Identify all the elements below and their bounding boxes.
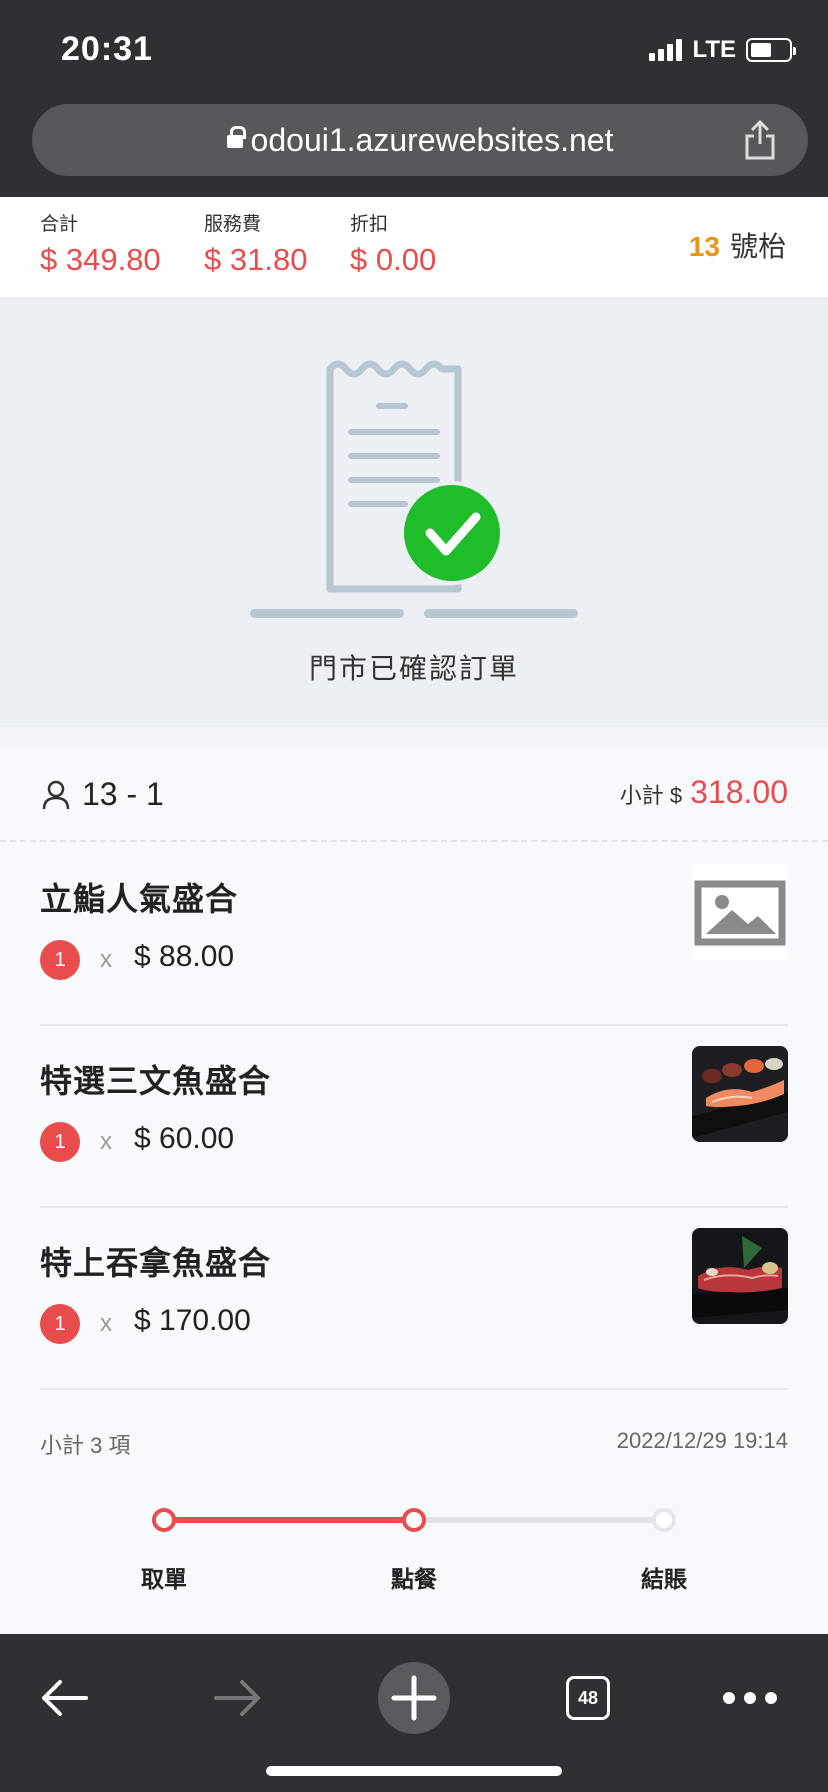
battery-icon: [746, 38, 796, 62]
quantity-badge: 1: [40, 940, 80, 980]
forward-arrow-icon: [214, 1680, 260, 1716]
quantity-badge: 1: [40, 1304, 80, 1344]
person-icon: [42, 780, 70, 810]
quantity-badge: 1: [40, 1122, 80, 1162]
service-fee-value: $ 31.80: [204, 242, 308, 277]
more-button[interactable]: [714, 1662, 786, 1734]
step-label: 取單: [141, 1566, 187, 1592]
item-price: $ 170.00: [134, 1304, 251, 1337]
subtotal-label: 小計 $: [619, 783, 683, 808]
address-bar[interactable]: odoui1.azurewebsites.net: [32, 104, 808, 176]
step-label: 結賬: [641, 1566, 687, 1592]
more-dots-icon: [723, 1692, 777, 1704]
plus-icon: [378, 1662, 450, 1734]
tabs-count: 48: [566, 1676, 610, 1720]
placeholder-image-icon: [692, 864, 788, 960]
times-sign: x: [100, 946, 112, 973]
times-sign: x: [100, 1310, 112, 1337]
order-status-panel: 門市已確認訂單: [0, 297, 828, 727]
order-item[interactable]: 特上吞拿魚盛合 1 x $ 170.00: [40, 1208, 788, 1390]
item-count: 小計 3 項: [40, 1433, 131, 1458]
total-label: 合計: [40, 214, 79, 235]
service-fee-block: 服務費 $ 31.80: [204, 209, 307, 278]
new-tab-button[interactable]: [378, 1662, 450, 1734]
guest-row: 13 - 1 小計 $ 318.00: [0, 748, 828, 842]
forward-button[interactable]: [202, 1662, 274, 1734]
discount-label: 折扣: [350, 214, 389, 235]
status-time: 20:31: [61, 30, 153, 68]
total-value: $ 349.80: [40, 242, 161, 277]
share-icon[interactable]: [742, 120, 778, 160]
service-fee-label: 服務費: [204, 214, 262, 235]
tabs-button[interactable]: 48: [552, 1662, 624, 1734]
order-timestamp: 2022/12/29 19:14: [616, 1428, 788, 1453]
step-dot: [152, 1508, 176, 1532]
salmon-sushi-photo: [692, 1046, 788, 1142]
tuna-sushi-photo: [692, 1228, 788, 1324]
browser-top-chrome: 20:31 LTE odoui1.azurewebsites.net: [0, 0, 828, 197]
signal-icon: [649, 39, 683, 61]
browser-toolbar: 48: [0, 1634, 828, 1792]
progress-track-pending: [414, 1517, 664, 1523]
status-indicators: LTE: [649, 36, 796, 64]
table-number-suffix: 號枱: [729, 231, 786, 262]
step-dot: [402, 1508, 426, 1532]
back-arrow-icon: [42, 1680, 88, 1716]
confirmed-receipt-illustration: [250, 360, 578, 618]
item-price: $ 88.00: [134, 940, 235, 973]
item-name: 特選三文魚盛合: [40, 1063, 272, 1099]
step-label: 點餐: [391, 1566, 437, 1592]
order-summary-row: 小計 3 項 2022/12/29 19:14: [40, 1428, 788, 1468]
subtotal-value: 318.00: [690, 774, 788, 810]
lock-icon: [226, 126, 246, 152]
item-price: $ 60.00: [134, 1122, 235, 1155]
order-status-text: 門市已確認訂單: [308, 653, 519, 684]
discount-value: $ 0.00: [350, 242, 437, 277]
url-text: odoui1.azurewebsites.net: [250, 121, 614, 158]
order-item[interactable]: 特選三文魚盛合 1 x $ 60.00: [40, 1026, 788, 1208]
back-button[interactable]: [28, 1662, 100, 1734]
order-item[interactable]: 立鮨人氣盛合 1 x $ 88.00: [40, 844, 788, 1026]
progress-track-done: [164, 1517, 414, 1523]
times-sign: x: [100, 1128, 112, 1155]
table-number: 13 號枱: [689, 225, 786, 265]
home-indicator[interactable]: [266, 1766, 562, 1776]
total-block: 合計 $ 349.80: [40, 209, 161, 278]
order-card: 13 - 1 小計 $ 318.00 立鮨人氣盛合 1 x $ 88.00 特選…: [0, 748, 828, 1632]
item-name: 特上吞拿魚盛合: [40, 1245, 272, 1281]
table-number-value: 13: [688, 231, 720, 262]
item-name: 立鮨人氣盛合: [40, 881, 239, 917]
discount-block: 折扣 $ 0.00: [350, 209, 436, 278]
guest-label: 13 - 1: [82, 776, 164, 812]
network-label: LTE: [692, 36, 736, 63]
check-circle-icon: [404, 485, 500, 581]
order-totals: 合計 $ 349.80 服務費 $ 31.80 折扣 $ 0.00 13 號枱: [0, 197, 828, 297]
step-dot: [652, 1508, 676, 1532]
guest-subtotal: 小計 $ 318.00: [620, 774, 788, 811]
order-progress: 取單 點餐 結賬: [0, 1498, 828, 1598]
